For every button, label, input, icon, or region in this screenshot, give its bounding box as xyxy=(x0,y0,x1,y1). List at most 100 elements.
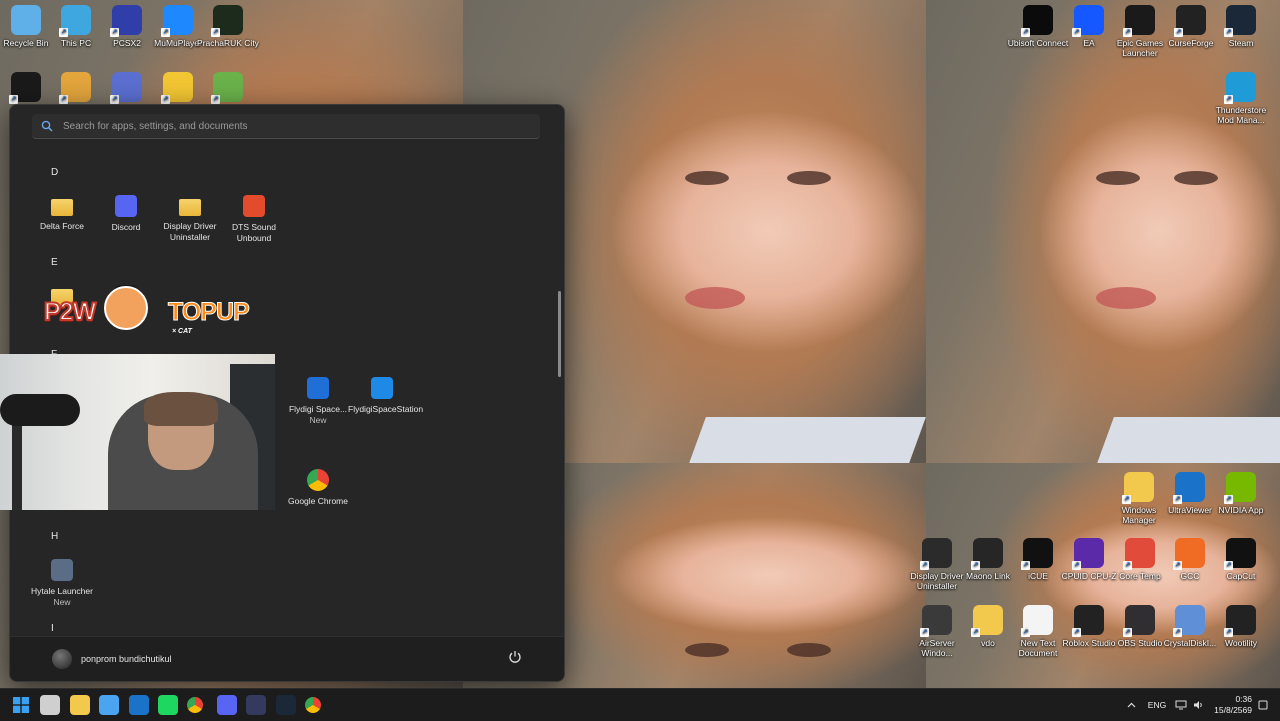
app-discord[interactable]: Discord xyxy=(92,195,160,233)
app-flydigi-space[interactable]: Flydigi Space... New xyxy=(284,377,352,425)
chrome-icon[interactable] xyxy=(305,697,321,713)
shortcut-arrow-icon: ↗ xyxy=(1174,28,1183,37)
shortcut-arrow-icon: ↗ xyxy=(920,561,929,570)
gcc-icon: ↗ xyxy=(1173,538,1205,570)
shortcut-arrow-icon: ↗ xyxy=(1224,28,1233,37)
logo-sub: × CAT xyxy=(172,328,192,335)
app-google-chrome[interactable]: Google Chrome xyxy=(284,469,352,507)
minecraft-icon: ↗ xyxy=(211,72,243,104)
section-letter-d[interactable]: D xyxy=(51,167,58,178)
shortcut-arrow-icon: ↗ xyxy=(1072,628,1081,637)
app-display-driver-uninstaller[interactable]: Display Driver Uninstaller xyxy=(156,195,224,242)
app-dts-sound-unbound[interactable]: DTS Sound Unbound xyxy=(220,195,288,243)
system-clock[interactable]: 0:36 15/8/2569 xyxy=(1214,694,1252,716)
epic-games-icon: ↗ xyxy=(1123,5,1155,37)
desktop-icon-capcut[interactable]: ↗ CapCut xyxy=(1210,538,1272,581)
section-letter-i[interactable]: I xyxy=(51,623,54,634)
shortcut-arrow-icon: ↗ xyxy=(1173,561,1182,570)
flydigi-icon xyxy=(371,377,393,399)
network-icon[interactable] xyxy=(1173,689,1189,721)
app-label: Flydigi Space... xyxy=(288,404,348,414)
user-name[interactable]: ponprom bundichutikul xyxy=(81,654,172,664)
folder-icon xyxy=(51,199,73,216)
notification-icon[interactable] xyxy=(1256,689,1270,721)
shortcut-arrow-icon: ↗ xyxy=(161,95,170,104)
start-search-box[interactable] xyxy=(32,114,540,139)
chrome-icon[interactable] xyxy=(187,697,204,713)
app-grid-icon[interactable] xyxy=(246,695,267,715)
shortcut-arrow-icon: ↗ xyxy=(59,28,68,37)
section-letter-e[interactable]: E xyxy=(51,257,58,268)
file-explorer-icon[interactable] xyxy=(69,695,90,715)
app-label: FlydigiSpaceStation xyxy=(348,404,424,414)
volume-icon[interactable] xyxy=(1191,689,1205,721)
microsoft-store-icon[interactable] xyxy=(99,695,120,715)
capcut-icon: ↗ xyxy=(1224,538,1256,570)
battery-app-icon: ↗ xyxy=(161,72,193,104)
webcam-overlay xyxy=(0,354,275,510)
desktop-icon-label: Steam xyxy=(1228,38,1254,48)
app-icon: ↗ xyxy=(59,72,91,104)
shortcut-arrow-icon: ↗ xyxy=(110,28,119,37)
app-label: DTS Sound Unbound xyxy=(232,222,276,243)
chrome-icon xyxy=(307,469,329,491)
taskbar: ENG 0:36 15/8/2569 xyxy=(0,688,1280,721)
spotify-icon[interactable] xyxy=(158,695,178,715)
crystaldisk-icon: ↗ xyxy=(1173,605,1205,637)
start-search-input[interactable] xyxy=(61,119,525,133)
desktop-icon-steam[interactable]: ↗ Steam xyxy=(1210,5,1272,48)
folder-icon: ↗ xyxy=(971,605,1003,637)
section-letter-h[interactable]: H xyxy=(51,531,58,542)
windows-start-icon[interactable] xyxy=(11,695,31,715)
shortcut-arrow-icon: ↗ xyxy=(1224,495,1233,504)
hytale-icon xyxy=(51,559,73,581)
discord-icon[interactable] xyxy=(216,695,237,715)
steam-icon[interactable] xyxy=(275,695,296,715)
app-label: Google Chrome xyxy=(287,496,348,506)
desktop-icon-label: CapCut xyxy=(1226,571,1256,581)
app-flydigispacestation[interactable]: FlydigiSpaceStation xyxy=(348,377,424,415)
user-avatar[interactable] xyxy=(52,649,72,669)
shortcut-arrow-icon: ↗ xyxy=(1224,561,1233,570)
app-delta-force[interactable]: Delta Force xyxy=(28,195,96,232)
shortcut-arrow-icon: ↗ xyxy=(1072,28,1081,37)
outlook-icon[interactable] xyxy=(128,695,149,715)
app-label: Display Driver Uninstaller xyxy=(163,221,217,242)
wootility-icon: ↗ xyxy=(1224,605,1256,637)
logo-text-right: TOPUP xyxy=(168,298,251,327)
curseforge-icon: ↗ xyxy=(1174,5,1206,37)
shortcut-arrow-icon: ↗ xyxy=(211,28,220,37)
app-label: Discord xyxy=(111,222,141,232)
obs-icon: ↗ xyxy=(1123,605,1155,637)
task-view-icon[interactable] xyxy=(40,695,61,715)
desktop-icon-wootility[interactable]: ↗ Wootility xyxy=(1210,605,1272,648)
power-icon[interactable] xyxy=(507,650,523,666)
ea-icon: ↗ xyxy=(1072,5,1104,37)
left-pracharuk[interactable]: ↗ PrachaRUK City xyxy=(197,5,259,48)
roblox-studio-icon: ↗ xyxy=(1072,605,1104,637)
app-hytale-launcher[interactable]: Hytale Launcher New xyxy=(28,559,96,607)
shortcut-arrow-icon: ↗ xyxy=(110,95,119,104)
left-minecraft[interactable]: ↗ xyxy=(197,72,259,105)
shortcut-arrow-icon: ↗ xyxy=(1173,628,1182,637)
language-indicator[interactable]: ENG xyxy=(1144,689,1170,721)
shortcut-arrow-icon: ↗ xyxy=(161,28,170,37)
new-badge: New xyxy=(53,596,71,607)
ubisoft-icon: ↗ xyxy=(1021,5,1053,37)
app-list-scrollbar[interactable] xyxy=(558,291,561,377)
microphone-icon xyxy=(0,394,80,426)
desktop-icon-nvidia[interactable]: ↗ NVIDIA App xyxy=(1210,472,1272,515)
shortcut-arrow-icon: ↗ xyxy=(920,628,929,637)
mumu-icon: ↗ xyxy=(161,5,193,37)
core-temp-icon: ↗ xyxy=(1123,538,1155,570)
shortcut-arrow-icon: ↗ xyxy=(1123,561,1132,570)
airserver-icon: ↗ xyxy=(920,605,952,637)
chevron-up-icon[interactable] xyxy=(1124,689,1138,721)
shortcut-arrow-icon: ↗ xyxy=(1173,495,1182,504)
desktop-icon-label: NVIDIA App xyxy=(1218,505,1264,515)
text-document-icon: ↗ xyxy=(1021,605,1053,637)
recycle-bin-icon xyxy=(11,5,41,35)
shortcut-arrow-icon: ↗ xyxy=(211,95,220,104)
desktop-icon-label: PrachaRUK City xyxy=(197,38,259,48)
desktop-icon-thunderstore[interactable]: ↗ Thunderstore Mod Mana... xyxy=(1210,72,1272,125)
